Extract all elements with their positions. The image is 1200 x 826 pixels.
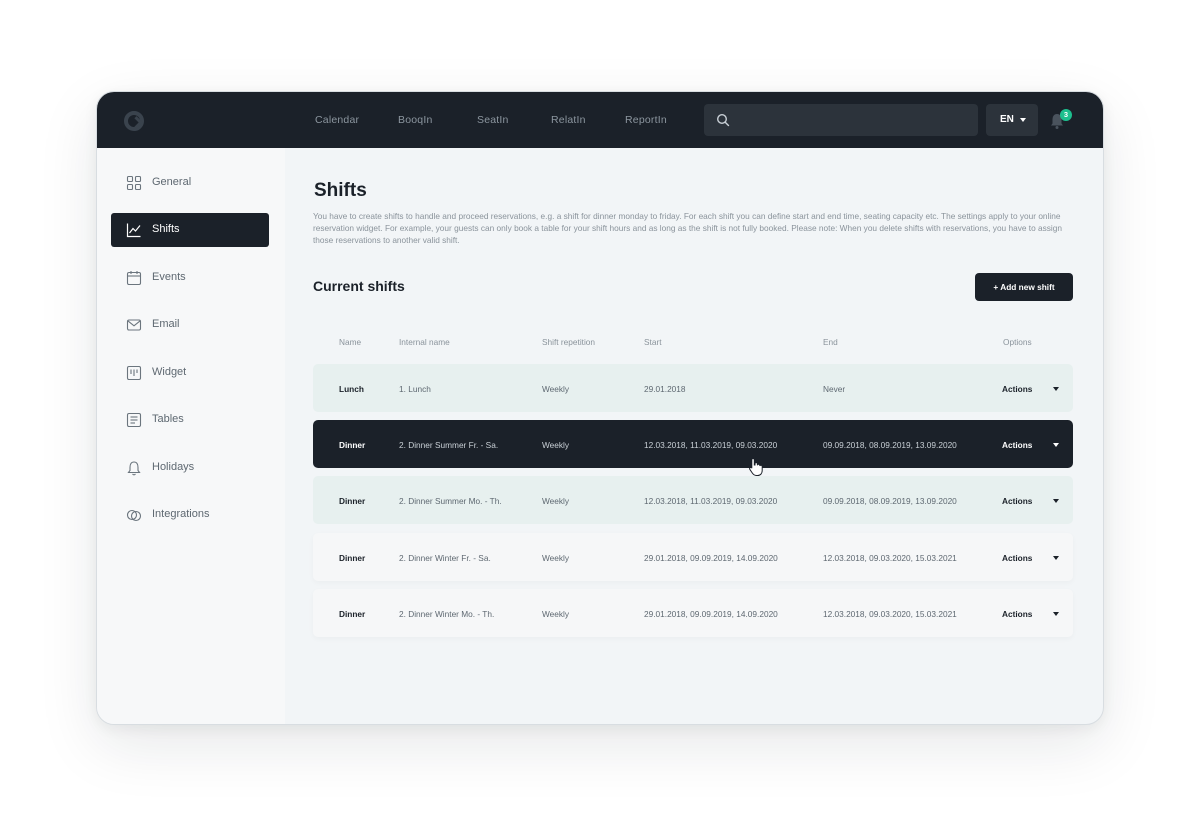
table-row[interactable]: Dinner 2. Dinner Winter Fr. - Sa. Weekly… [313, 533, 1073, 581]
shift-internal-name: 2. Dinner Winter Mo. - Th. [399, 609, 495, 619]
shift-name: Dinner [339, 609, 366, 619]
sidebar-item-label: Shifts [152, 223, 180, 235]
shift-end: 12.03.2018, 09.03.2020, 15.03.2021 [823, 609, 957, 619]
mail-icon [126, 319, 142, 331]
sidebar-item-label: Integrations [152, 508, 210, 520]
shift-start: 12.03.2018, 11.03.2019, 09.03.2020 [644, 440, 778, 450]
sidebar-item-integrations[interactable]: Integrations [111, 498, 269, 532]
shift-end: 12.03.2018, 09.03.2020, 15.03.2021 [823, 553, 957, 563]
sidebar-item-tables[interactable]: Tables [111, 403, 269, 437]
page-description: You have to create shifts to handle and … [313, 211, 1062, 245]
shift-start: 29.01.2018, 09.09.2019, 14.09.2020 [644, 553, 778, 563]
column-header-end: End [823, 337, 838, 347]
search-box[interactable] [704, 104, 978, 136]
list-icon [126, 412, 142, 428]
table-row[interactable]: Dinner 2. Dinner Summer Mo. - Th. Weekly… [313, 476, 1073, 524]
column-header-start: Start [644, 337, 662, 347]
chevron-down-icon [1053, 612, 1059, 616]
shift-name: Lunch [339, 384, 364, 394]
chevron-down-icon [1053, 387, 1059, 391]
actions-dropdown[interactable]: Actions [1002, 384, 1032, 394]
chevron-down-icon [1020, 118, 1026, 122]
notification-count-badge: 3 [1060, 109, 1072, 121]
sidebar-item-widget[interactable]: Widget [111, 356, 269, 390]
app-window: Calendar BooqIn SeatIn RelatIn ReportIn … [96, 91, 1104, 725]
sidebar: General Shifts Events Email Widget Table… [97, 148, 285, 724]
shift-internal-name: 1. Lunch [399, 384, 431, 394]
shift-name: Dinner [339, 496, 366, 506]
sidebar-item-shifts[interactable]: Shifts [111, 213, 269, 247]
shift-end: 09.09.2018, 08.09.2019, 13.09.2020 [823, 496, 957, 506]
integrations-icon [126, 509, 142, 522]
actions-dropdown[interactable]: Actions [1002, 440, 1032, 450]
sidebar-item-email[interactable]: Email [111, 308, 269, 342]
nav-calendar[interactable]: Calendar [315, 92, 359, 148]
shift-internal-name: 2. Dinner Summer Fr. - Sa. [399, 440, 499, 450]
nav-relatin[interactable]: RelatIn [551, 92, 586, 148]
widget-icon [126, 365, 142, 381]
hand-pointer-cursor-icon [749, 457, 763, 476]
shift-name: Dinner [339, 553, 366, 563]
table-row[interactable]: Dinner 2. Dinner Winter Mo. - Th. Weekly… [313, 589, 1073, 637]
shift-repetition: Weekly [542, 384, 570, 394]
chevron-down-icon [1053, 556, 1059, 560]
bell-icon [127, 461, 141, 476]
sidebar-item-holidays[interactable]: Holidays [111, 451, 269, 485]
language-label: EN [1000, 114, 1014, 125]
grid-icon [126, 175, 142, 191]
sidebar-item-general[interactable]: General [111, 166, 269, 200]
shift-end: 09.09.2018, 08.09.2019, 13.09.2020 [823, 440, 957, 450]
top-navigation-bar: Calendar BooqIn SeatIn RelatIn ReportIn … [97, 92, 1103, 148]
sidebar-item-label: Events [152, 271, 186, 283]
shift-start: 29.01.2018 [644, 384, 686, 394]
sidebar-item-label: Holidays [152, 461, 195, 473]
logo-icon[interactable] [124, 111, 144, 131]
shift-start: 29.01.2018, 09.09.2019, 14.09.2020 [644, 609, 778, 619]
calendar-icon [126, 271, 142, 286]
shift-internal-name: 2. Dinner Summer Mo. - Th. [399, 496, 502, 506]
chart-line-icon [126, 223, 141, 238]
table-row[interactable]: Dinner 2. Dinner Summer Fr. - Sa. Weekly… [313, 420, 1073, 468]
column-header-name: Name [339, 337, 362, 347]
sidebar-item-label: General [152, 176, 192, 188]
section-title: Current shifts [313, 278, 405, 294]
shift-repetition: Weekly [542, 609, 570, 619]
shift-end: Never [823, 384, 846, 394]
actions-dropdown[interactable]: Actions [1002, 496, 1032, 506]
search-input[interactable] [738, 104, 968, 136]
shift-internal-name: 2. Dinner Winter Fr. - Sa. [399, 553, 491, 563]
add-new-shift-button[interactable]: + Add new shift [975, 273, 1073, 301]
column-header-options: Options [1003, 337, 1032, 347]
nav-booqin[interactable]: BooqIn [398, 92, 432, 148]
page-title: Shifts [314, 180, 367, 201]
shift-repetition: Weekly [542, 553, 570, 563]
chevron-down-icon [1053, 443, 1059, 447]
actions-dropdown[interactable]: Actions [1002, 553, 1032, 563]
search-icon [716, 113, 730, 127]
shift-start: 12.03.2018, 11.03.2019, 09.03.2020 [644, 496, 778, 506]
sidebar-item-events[interactable]: Events [111, 261, 269, 295]
column-header-shift-repetition: Shift repetition [542, 337, 596, 347]
sidebar-item-label: Tables [152, 413, 184, 425]
shift-repetition: Weekly [542, 440, 570, 450]
main-content: Shifts You have to create shifts to hand… [285, 148, 1103, 724]
language-selector[interactable]: EN [986, 104, 1038, 136]
column-header-internal-name: Internal name [399, 337, 450, 347]
shift-repetition: Weekly [542, 496, 570, 506]
nav-seatin[interactable]: SeatIn [477, 92, 509, 148]
sidebar-item-label: Widget [152, 366, 187, 378]
sidebar-item-label: Email [152, 318, 180, 330]
actions-dropdown[interactable]: Actions [1002, 609, 1032, 619]
table-row[interactable]: Lunch 1. Lunch Weekly 29.01.2018 Never A… [313, 364, 1073, 412]
chevron-down-icon [1053, 499, 1059, 503]
shift-name: Dinner [339, 440, 366, 450]
nav-reportin[interactable]: ReportIn [625, 92, 667, 148]
